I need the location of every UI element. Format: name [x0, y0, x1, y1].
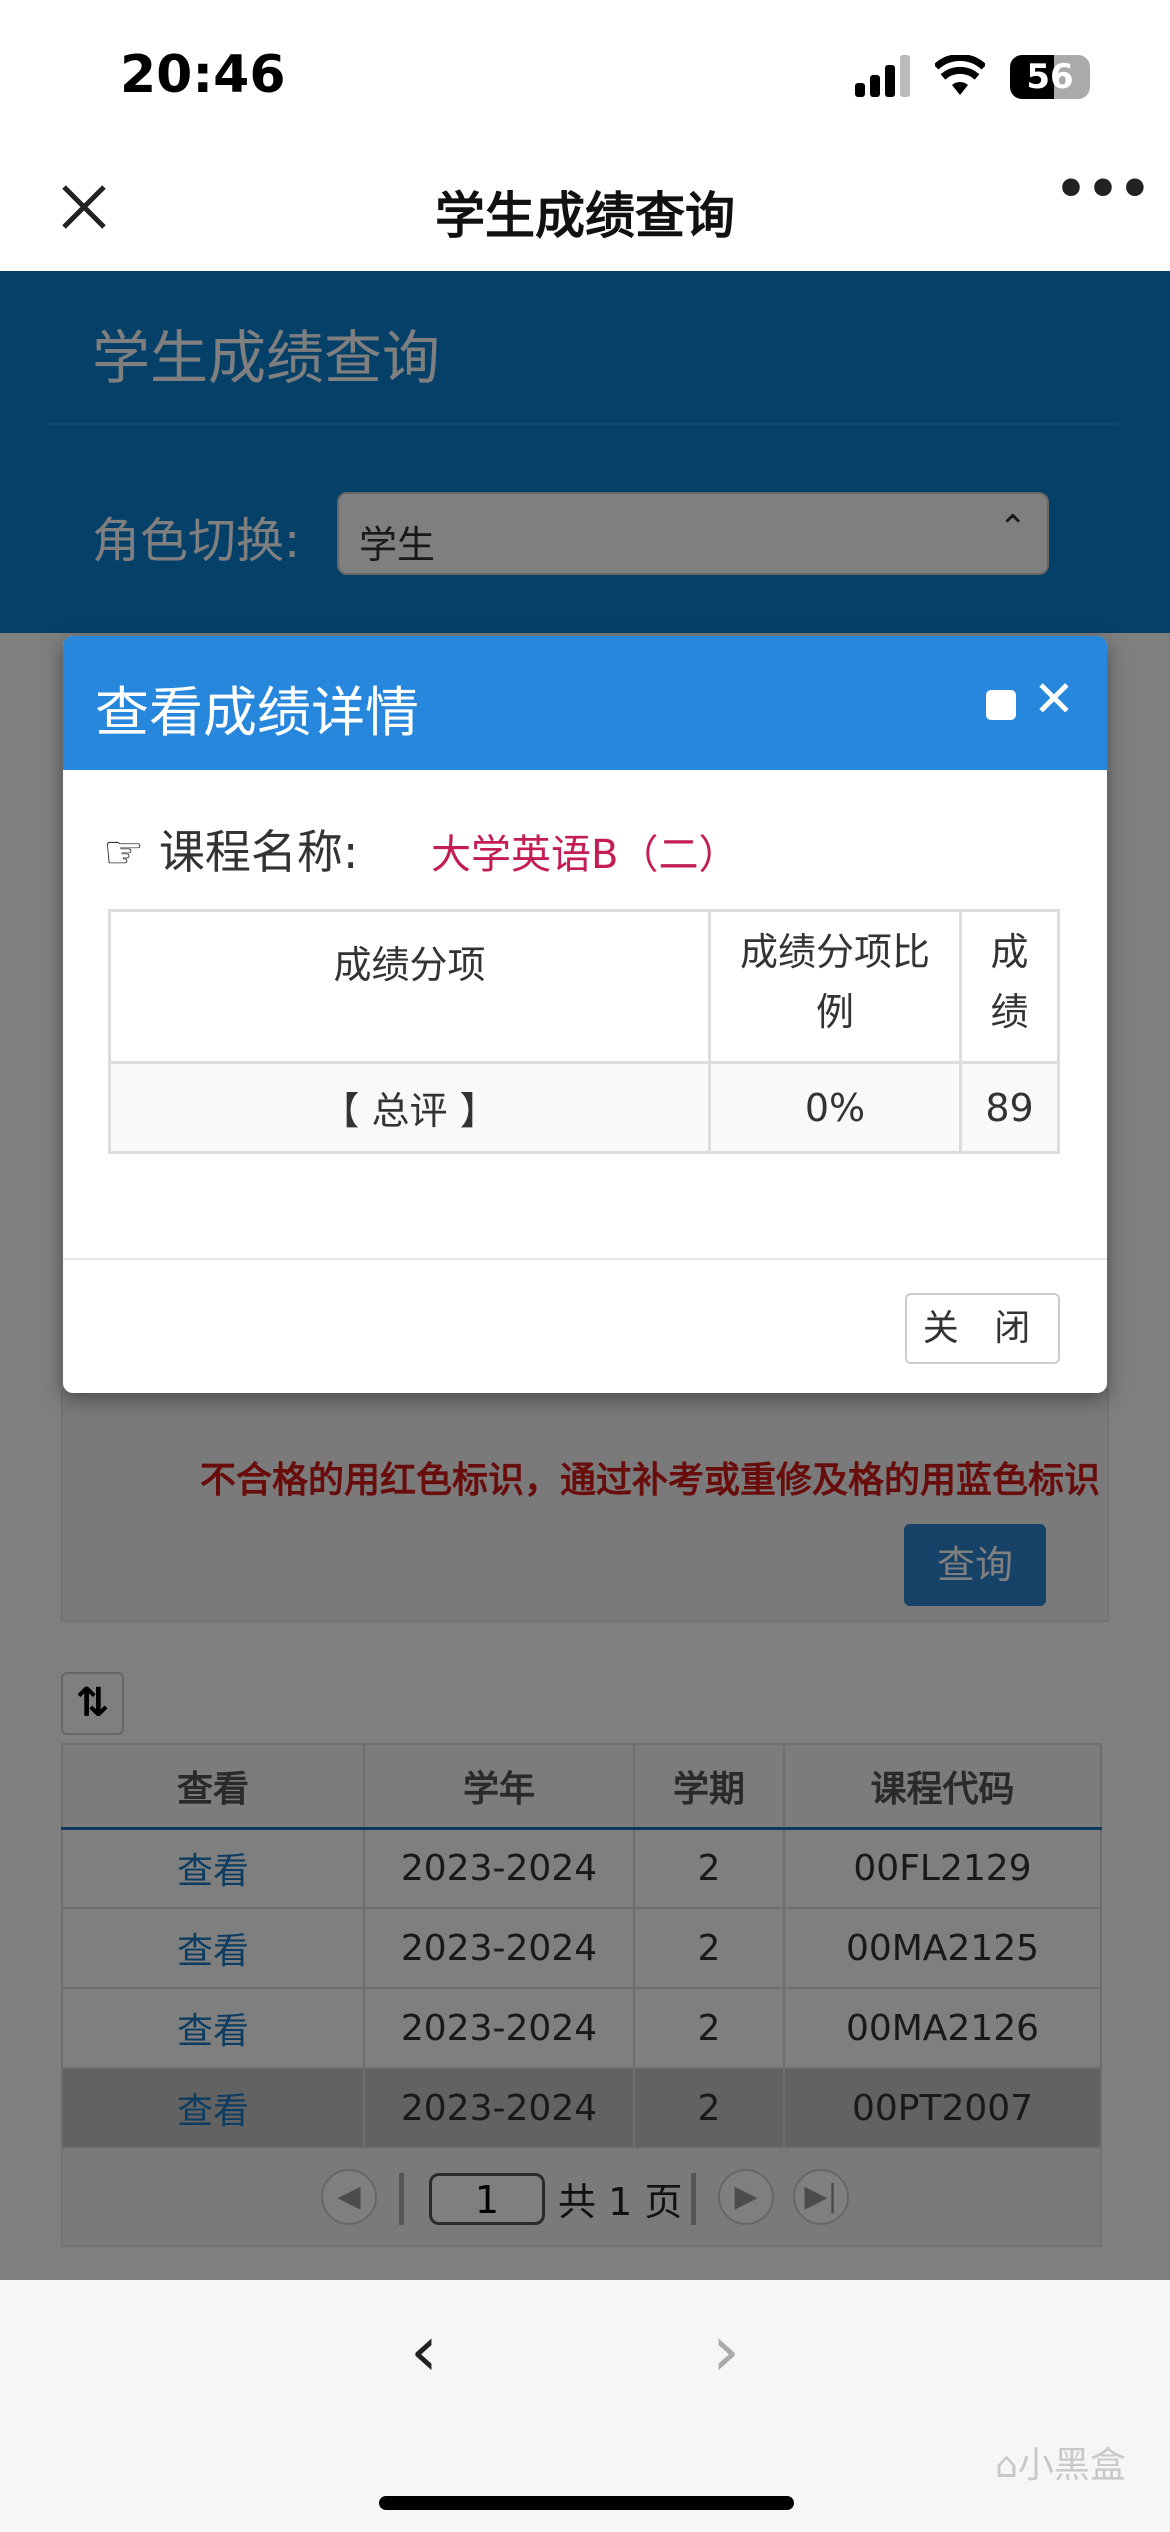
- score-cell: 89: [959, 1061, 1060, 1154]
- divider: [63, 1258, 1107, 1260]
- grade-detail-table: 成绩分项 成绩分项比例 成绩 【 总评 】 0% 89: [108, 909, 1060, 1154]
- course-label-row: ☞ 课程名称:: [103, 816, 358, 882]
- forward-icon[interactable]: ›: [712, 2310, 740, 2392]
- more-icon[interactable]: •••: [1055, 160, 1151, 218]
- item-cell: 【 总评 】: [108, 1061, 711, 1154]
- course-label: 课程名称:: [158, 825, 359, 879]
- modal-close-button[interactable]: 关 闭: [905, 1293, 1060, 1364]
- modal-title: 查看成绩详情: [95, 681, 419, 744]
- course-name: 大学英语B（二）: [431, 832, 739, 878]
- battery-icon: 56: [1010, 55, 1090, 99]
- back-icon[interactable]: ‹: [410, 2310, 438, 2392]
- col-header: 成绩分项比例: [708, 909, 962, 1064]
- status-time: 20:46: [120, 45, 286, 105]
- browser-toolbar: ‹ › ⌂小黑盒: [0, 2280, 1170, 2532]
- hand-pointer-icon: ☞: [103, 825, 145, 879]
- col-header: 成绩: [959, 909, 1060, 1064]
- maximize-icon[interactable]: [986, 690, 1016, 720]
- home-indicator[interactable]: [379, 2496, 794, 2510]
- navbar: 学生成绩查询 •••: [0, 150, 1170, 271]
- col-header: 成绩分项: [108, 909, 711, 1064]
- wifi-icon: [935, 55, 985, 95]
- signal-icon: [855, 55, 910, 97]
- ratio-cell: 0%: [708, 1061, 962, 1154]
- watermark-logo: ⌂小黑盒: [995, 2445, 1126, 2486]
- table-row: 【 总评 】 0% 89: [108, 1061, 1060, 1154]
- status-bar: 20:46 56: [0, 0, 1170, 150]
- nav-title: 学生成绩查询: [435, 187, 735, 245]
- modal-header: 查看成绩详情 ✕: [63, 636, 1107, 770]
- grade-detail-modal: 查看成绩详情 ✕ ☞ 课程名称: 大学英语B（二） 成绩分项 成绩分项比例 成绩…: [63, 636, 1107, 1393]
- close-icon[interactable]: ✕: [1033, 670, 1075, 728]
